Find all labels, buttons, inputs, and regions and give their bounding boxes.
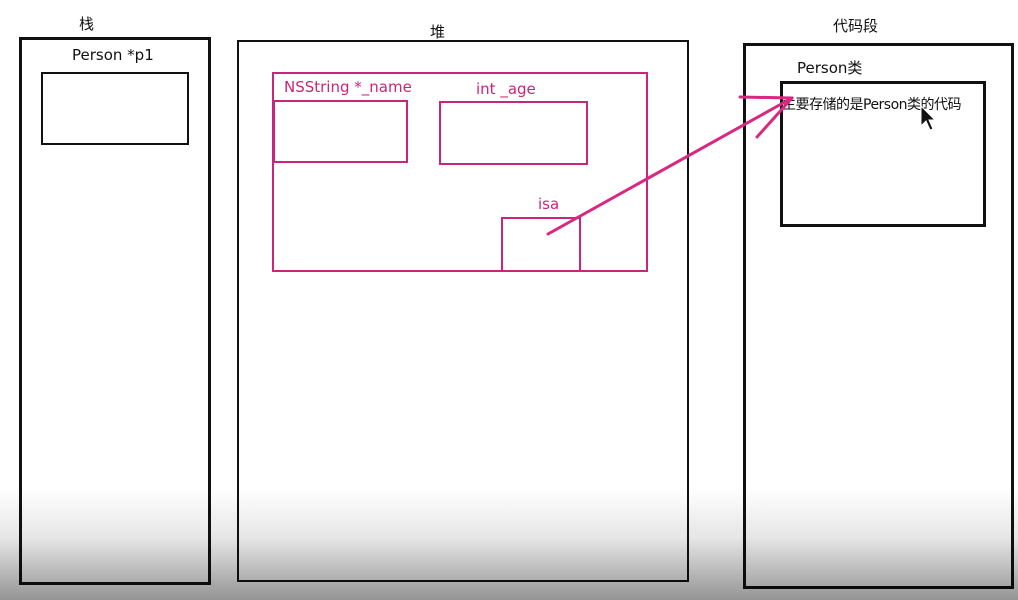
name-field-label: NSString *_name [284, 78, 412, 96]
isa-label: isa [538, 195, 560, 213]
stack-variable-label: Person *p1 [72, 46, 154, 64]
class-description: 主要存储的是Person类的代码 [782, 97, 962, 113]
age-field-label: int _age [476, 80, 536, 98]
heap-title: 堆 [430, 23, 446, 41]
stack-title: 栈 [79, 15, 95, 33]
age-field-box [439, 101, 588, 165]
class-label: Person类 [797, 59, 863, 77]
memory-diagram: 栈 Person *p1 堆 NSString *_name int _age … [0, 0, 1018, 600]
code-segment-title: 代码段 [833, 17, 879, 35]
isa-field-box [501, 217, 581, 272]
stack-variable-box [41, 72, 189, 145]
name-field-box [273, 100, 408, 163]
